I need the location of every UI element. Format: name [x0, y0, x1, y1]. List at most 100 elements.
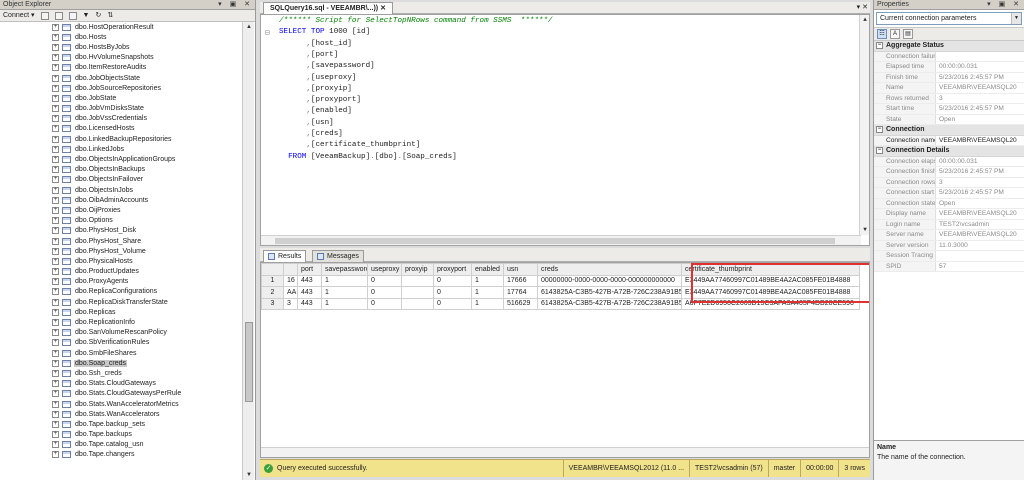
property-row[interactable]: Name VEEAMBR\VEEAMSQL20: [874, 83, 1024, 94]
tree-item[interactable]: + dbo.ObjectsInJobs: [0, 185, 242, 195]
connect-button[interactable]: Connect ▾: [3, 10, 35, 22]
grid-cell[interactable]: 443: [297, 297, 322, 310]
expand-icon[interactable]: +: [52, 410, 59, 418]
grid-cell[interactable]: E3449AA77460997C01489BE4A2AC085FE01B4888: [681, 274, 860, 287]
expand-icon[interactable]: +: [52, 135, 59, 143]
tree-item[interactable]: + dbo.JobVmDisksState: [0, 104, 242, 114]
tree-item[interactable]: + dbo.SmbFileShares: [0, 348, 242, 358]
property-pages-icon[interactable]: ▤: [903, 29, 913, 39]
tree-item[interactable]: + dbo.SbVerificationRules: [0, 338, 242, 348]
grid-cell[interactable]: [401, 274, 434, 287]
grid-cell[interactable]: 0: [433, 297, 472, 310]
tree-item[interactable]: + dbo.ReplicaConfigurations: [0, 287, 242, 297]
tree-item[interactable]: + dbo.JobState: [0, 93, 242, 103]
scroll-up-icon[interactable]: ▲: [860, 15, 870, 25]
object-explorer-scrollbar[interactable]: ▲ ▼: [242, 22, 254, 480]
tree-item[interactable]: + dbo.Options: [0, 216, 242, 226]
property-row[interactable]: Connection finish ti5/23/2016 2:45:57 PM: [874, 167, 1024, 178]
expand-icon[interactable]: +: [52, 288, 59, 296]
grid-cell[interactable]: 17764: [503, 286, 538, 299]
expand-icon[interactable]: +: [52, 196, 59, 204]
expand-icon[interactable]: +: [52, 441, 59, 449]
grid-cell[interactable]: 1: [471, 297, 504, 310]
property-category[interactable]: − Connection Details: [874, 146, 1024, 157]
tree-item[interactable]: + dbo.Soap_creds: [0, 358, 242, 368]
grid-cell[interactable]: 0: [433, 286, 472, 299]
tree-item[interactable]: + dbo.JobVssCredentials: [0, 114, 242, 124]
property-row[interactable]: Connection rows re3: [874, 177, 1024, 188]
tree-item[interactable]: + dbo.ItemRestoreAudits: [0, 63, 242, 73]
property-row[interactable]: Connection start tin5/23/2016 2:45:57 PM: [874, 188, 1024, 199]
tree-item[interactable]: + dbo.OijProxies: [0, 205, 242, 215]
grid-cell[interactable]: 1: [321, 274, 368, 287]
grid-cell[interactable]: 6143825A-C3B5-427B-A72B-726C238A91B5: [537, 297, 682, 310]
categorized-icon[interactable]: ☷: [877, 29, 887, 39]
grid-cell[interactable]: 443: [297, 286, 322, 299]
expand-icon[interactable]: +: [52, 400, 59, 408]
grid-cell[interactable]: 1: [321, 297, 368, 310]
connect-icon[interactable]: [40, 11, 49, 20]
expand-icon[interactable]: +: [52, 420, 59, 428]
collapse-icon[interactable]: −: [876, 147, 883, 155]
scroll-down-icon[interactable]: ▼: [243, 470, 255, 480]
column-header[interactable]: usn: [503, 263, 538, 276]
grid-cell[interactable]: [401, 297, 434, 310]
tree-item[interactable]: + dbo.PhysHost_Volume: [0, 246, 242, 256]
tree-item[interactable]: + dbo.PhysHost_Share: [0, 236, 242, 246]
expand-icon[interactable]: +: [52, 451, 59, 459]
pin-close-icons[interactable]: ▾ ▣ ✕: [218, 0, 253, 10]
expand-icon[interactable]: +: [52, 298, 59, 306]
property-row[interactable]: Display name VEEAMBR\VEEAMSQL20: [874, 209, 1024, 220]
scroll-thumb[interactable]: [275, 238, 835, 244]
tree-item[interactable]: + dbo.LicensedHosts: [0, 124, 242, 134]
property-row[interactable]: SPID 57: [874, 261, 1024, 272]
tree-item[interactable]: + dbo.ProxyAgents: [0, 277, 242, 287]
collapse-icon[interactable]: −: [876, 42, 883, 50]
tree-item[interactable]: + dbo.ReplicaDiskTransferState: [0, 297, 242, 307]
tree-item[interactable]: + dbo.HostsByJobs: [0, 42, 242, 52]
property-row[interactable]: Server name VEEAMBR\VEEAMSQL20: [874, 230, 1024, 241]
expand-icon[interactable]: +: [52, 105, 59, 113]
property-row[interactable]: Connection state Open: [874, 198, 1024, 209]
grid-cell[interactable]: AA: [283, 286, 298, 299]
column-header[interactable]: [283, 263, 298, 276]
tree-item[interactable]: + dbo.PhysHost_Disk: [0, 226, 242, 236]
expand-icon[interactable]: +: [52, 206, 59, 214]
grid-cell[interactable]: 00000000-0000-0000-0000-000000000000: [537, 274, 682, 287]
tree-item[interactable]: + dbo.Stats.CloudGatewaysPerRule: [0, 389, 242, 399]
grid-cell[interactable]: 443: [297, 274, 322, 287]
expand-icon[interactable]: +: [52, 217, 59, 225]
tree-item[interactable]: + dbo.Replicas: [0, 307, 242, 317]
tree-item[interactable]: + dbo.Hosts: [0, 32, 242, 42]
filter-icon[interactable]: ▼: [83, 10, 90, 22]
tree-item[interactable]: + dbo.SanVolumeRescanPolicy: [0, 328, 242, 338]
tree-item[interactable]: + dbo.PhysicalHosts: [0, 256, 242, 266]
grid-cell[interactable]: 516629: [503, 297, 538, 310]
alphabetical-icon[interactable]: A: [890, 29, 900, 39]
row-number[interactable]: 2: [261, 286, 284, 299]
tree-item[interactable]: + dbo.Tape.catalog_usn: [0, 440, 242, 450]
column-header[interactable]: enabled: [471, 263, 504, 276]
expand-icon[interactable]: +: [52, 64, 59, 72]
disconnect-icon[interactable]: [54, 11, 63, 20]
expand-icon[interactable]: +: [52, 145, 59, 153]
sync-icon[interactable]: ⇅: [107, 10, 113, 22]
expand-icon[interactable]: +: [52, 431, 59, 439]
scroll-thumb[interactable]: [245, 322, 253, 402]
property-row[interactable]: Rows returned 3: [874, 93, 1024, 104]
expand-icon[interactable]: +: [52, 227, 59, 235]
grid-cell[interactable]: 3: [283, 297, 298, 310]
tree-item[interactable]: + dbo.LinkedBackupRepositories: [0, 134, 242, 144]
tree-item[interactable]: + dbo.JobSourceRepositories: [0, 83, 242, 93]
table-row[interactable]: 1 16 443 1 0 0 1 17666 00000000-0000-0000-0000-0…: [261, 274, 860, 287]
expand-icon[interactable]: +: [52, 319, 59, 327]
tree-item[interactable]: + dbo.LinkedJobs: [0, 144, 242, 154]
property-row[interactable]: Server version 11.0.3000: [874, 240, 1024, 251]
expand-icon[interactable]: +: [52, 84, 59, 92]
property-row[interactable]: Connection elapsed00:00:00.031: [874, 156, 1024, 167]
column-header[interactable]: useproxy: [367, 263, 402, 276]
tree-item[interactable]: + dbo.HvVolumeSnapshots: [0, 53, 242, 63]
expand-icon[interactable]: +: [52, 380, 59, 388]
grid-cell[interactable]: 1: [321, 286, 368, 299]
grid-cell[interactable]: 16: [283, 274, 298, 287]
